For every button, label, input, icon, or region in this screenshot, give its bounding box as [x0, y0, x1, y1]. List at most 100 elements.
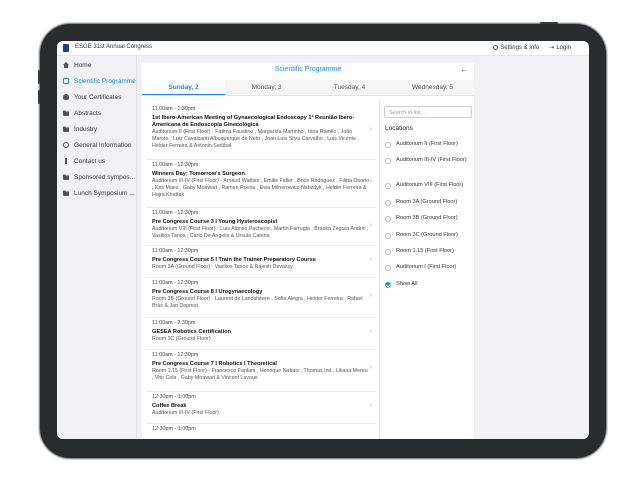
- app-title: ESGE 31st Annual Congress: [75, 44, 153, 50]
- congress-logo: [63, 44, 69, 52]
- volume-button: [38, 70, 40, 84]
- sidebar-item-label: Abstracts: [74, 109, 102, 117]
- sidebar-item-industry[interactable]: Industry: [57, 121, 137, 137]
- location-option[interactable]: Room 3A (Ground Floor): [385, 199, 473, 206]
- session-time: 11:00am - 2:30pm: [152, 320, 196, 326]
- session-item[interactable]: 11:00am - 12:30pm Pre Congress Course 3 …: [146, 208, 376, 246]
- chevron-right-icon: ›: [369, 178, 372, 185]
- location-option[interactable]: Room 3B (Ground Floor): [385, 215, 473, 222]
- session-detail: Room 3B (Ground Floor) · Laurent de Land…: [152, 295, 363, 309]
- volume-button: [38, 90, 40, 104]
- session-title: Winners Day: Tomorrow's Surgeon: [152, 170, 245, 177]
- session-detail: Auditorium II (First Floor) · Fátima Fau…: [152, 128, 359, 149]
- chevron-right-icon: ›: [369, 126, 372, 133]
- location-label: Auditorium I (First Floor): [396, 264, 457, 270]
- sidebar-item-abstracts[interactable]: Abstracts: [57, 105, 137, 121]
- radio-icon: [385, 215, 391, 222]
- chevron-right-icon: ›: [369, 222, 372, 229]
- locations-heading: Locations: [385, 125, 413, 132]
- radio-icon: [385, 182, 391, 189]
- sidebar-item-lunch-symposium[interactable]: Lunch Symposium ...: [57, 185, 137, 201]
- tab-sunday[interactable]: Sunday, 2: [142, 80, 225, 95]
- tab-monday[interactable]: Monday, 3: [225, 80, 308, 95]
- chevron-right-icon: ›: [369, 364, 372, 371]
- session-time: 11:00am - 12:30pm: [152, 280, 199, 286]
- sidebar-item-label: Sponsored sympos...: [74, 173, 136, 181]
- chevron-right-icon: ›: [369, 292, 372, 299]
- session-title: Coffee Break: [152, 402, 187, 409]
- location-filter-panel: Search in list... Locations Auditorium I…: [379, 100, 474, 439]
- top-actions: Settings & Info ⇥ Login: [493, 44, 571, 51]
- session-title: Pre Congress Course 7 I Robotics I Theor…: [152, 360, 277, 367]
- sidebar-item-certificates[interactable]: Your Certificates: [57, 89, 137, 105]
- sidebar-item-scientific-programme[interactable]: Scientific Programme: [57, 73, 137, 89]
- session-list: 11:00am - 1:30pm 1st Ibero-American Meet…: [146, 100, 376, 439]
- user-icon: [63, 94, 69, 100]
- session-item[interactable]: 11:00am - 1:30pm 1st Ibero-American Meet…: [146, 104, 376, 160]
- login-icon: ⇥: [549, 45, 555, 51]
- location-option[interactable]: Auditorium II (First Floor): [385, 141, 473, 148]
- page-title: Scientific Programme: [274, 66, 342, 73]
- session-title: Pre Congress Course 3 I Young Hysterosco…: [152, 218, 278, 225]
- home-icon: [63, 62, 69, 68]
- tab-wednesday[interactable]: Wednesday, 5: [391, 80, 474, 95]
- location-label: Room 3B (Ground Floor): [396, 215, 458, 221]
- session-item[interactable]: 12:30pm - 1:00pm: [146, 424, 376, 439]
- folder-icon: [63, 174, 69, 180]
- session-time: 11:00am - 12:30pm: [152, 162, 199, 168]
- sidebar-item-contact[interactable]: Contact us: [57, 153, 137, 169]
- session-item[interactable]: 11:00am - 12:30pm Pre Congress Course 8 …: [146, 278, 376, 318]
- back-arrow-icon[interactable]: ←: [460, 65, 468, 74]
- radio-icon: [385, 248, 391, 255]
- sidebar-item-general-information[interactable]: General Information: [57, 137, 137, 153]
- session-item[interactable]: 11:00am - 12:30pm Pre Congress Course 5 …: [146, 246, 376, 278]
- session-detail: Room 3C (Ground Floor): [152, 335, 211, 342]
- location-label: Room 3A (Ground Floor): [396, 199, 458, 205]
- folder-icon: [63, 190, 69, 196]
- radio-icon: [385, 141, 391, 148]
- session-time: 11:00am - 12:30pm: [152, 248, 199, 254]
- location-option-show-all[interactable]: Show All: [385, 281, 473, 288]
- location-label: Room 3C (Ground Floor): [396, 232, 458, 238]
- location-option[interactable]: Room 1.15 (First Floor): [385, 248, 473, 255]
- location-label: Auditorium II (First Floor): [396, 141, 458, 147]
- sidebar-item-label: Home: [74, 61, 92, 69]
- location-option[interactable]: Auditorium I (First Floor): [385, 264, 473, 271]
- session-item[interactable]: 12:30pm - 1:00pm Coffee Break Auditorium…: [146, 392, 376, 424]
- session-detail: Room 1.15 (First Floor) · Francesco Fanf…: [152, 367, 368, 381]
- sidebar-item-label: Lunch Symposium ...: [74, 189, 135, 197]
- login-button[interactable]: ⇥ Login: [549, 44, 571, 52]
- top-button: [540, 22, 558, 24]
- checkmark-icon: [385, 281, 391, 288]
- sidebar: Home Scientific Programme Your Certifica…: [57, 56, 137, 439]
- login-label: Login: [556, 44, 571, 51]
- sidebar-item-home[interactable]: Home: [57, 57, 137, 73]
- session-item[interactable]: 11:00am - 12:30pm Winners Day: Tomorrow'…: [146, 160, 376, 208]
- sidebar-item-label: Industry: [74, 125, 98, 133]
- settings-button[interactable]: Settings & Info: [493, 44, 539, 51]
- radio-icon: [385, 264, 391, 271]
- session-title: Pre Congress Course 5 I Train the Traine…: [152, 256, 316, 263]
- calendar-icon: [63, 78, 69, 84]
- tab-tuesday[interactable]: Tuesday, 4: [308, 80, 391, 95]
- app-screen: ESGE 31st Annual Congress Settings & Inf…: [57, 41, 589, 439]
- location-option[interactable]: Auditorium VIII (First Floor): [385, 182, 473, 189]
- location-option[interactable]: Auditorium III-IV (First Floor): [385, 157, 473, 164]
- session-item[interactable]: 11:00am - 12:30pm Pre Congress Course 7 …: [146, 350, 376, 392]
- location-label: Room 1.15 (First Floor): [396, 248, 454, 254]
- settings-label: Settings & Info: [500, 44, 540, 51]
- location-label: Auditorium VIII (First Floor): [396, 182, 464, 188]
- session-title: Pre Congress Course 8 I Urogynaecology: [152, 288, 263, 295]
- info-icon: [63, 142, 69, 148]
- session-time: 12:30pm - 1:00pm: [152, 426, 196, 432]
- sidebar-item-label: General Information: [74, 141, 132, 149]
- search-input[interactable]: Search in list...: [384, 106, 472, 118]
- chevron-right-icon: ›: [369, 256, 372, 263]
- sidebar-item-label: Contact us: [74, 157, 106, 165]
- radio-icon: [385, 232, 391, 239]
- session-time: 12:30pm - 1:00pm: [152, 394, 196, 400]
- session-item[interactable]: 11:00am - 2:30pm GESEA Robotics Certific…: [146, 318, 376, 350]
- location-option[interactable]: Room 3C (Ground Floor): [385, 232, 473, 239]
- session-detail: Auditorium III-IV (First Floor) · Arnaud…: [152, 177, 370, 198]
- sidebar-item-sponsored-symposia[interactable]: Sponsored sympos...: [57, 169, 137, 185]
